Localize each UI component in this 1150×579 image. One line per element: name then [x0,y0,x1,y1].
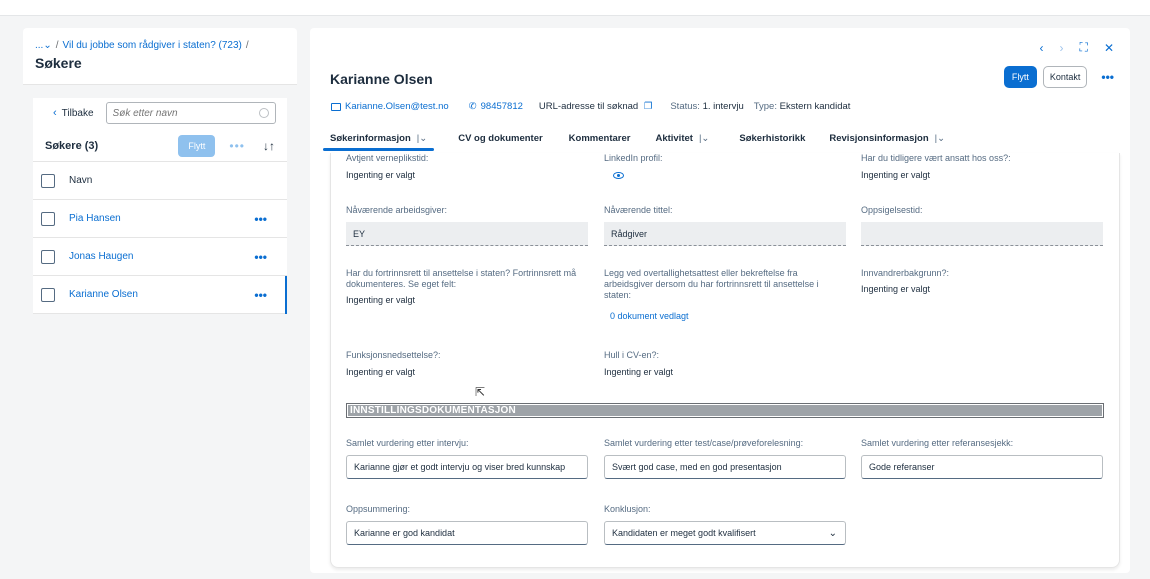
table-row-selected[interactable]: Karianne Olsen ••• [33,276,287,314]
field-vurdering-test: Samlet vurdering etter test/case/prøvefo… [604,438,848,479]
field-hull-cv: Hull i CV-en?: Ingenting er valgt [604,350,674,377]
field-fortrinnsrett: Har du fortrinnsrett til ansettelse i st… [346,268,577,305]
tab-comments[interactable]: Kommentarer [569,126,631,150]
vurdering-intervju-input[interactable]: Karianne gjør et godt intervju og viser … [346,455,588,479]
breadcrumb-overflow[interactable]: ...⌄ [35,40,52,51]
fullscreen-icon[interactable]: ⛶ [1080,40,1088,55]
list-header: ...⌄ / Vil du jobbe som rådgiver i state… [23,28,297,85]
list-count: Søkere (3) [45,139,99,152]
select-all-checkbox[interactable] [41,173,55,188]
tittel-value: Rådgiver [604,222,846,246]
applicant-list: ‹ Tilbake Søkere (3) Flytt ••• ↓↑ Navn P… [33,98,287,314]
row-more-icon[interactable]: ••• [254,288,267,302]
envelope-icon [331,102,341,111]
next-icon[interactable]: › [1060,41,1064,55]
field-oppsigelsestid: Oppsigelsestid: [861,205,1105,246]
top-shell-bar [0,0,1150,16]
back-button[interactable]: ‹ Tilbake [53,107,94,119]
contact-info: Karianne.Olsen@test.no ✆ 98457812 URL-ad… [331,101,850,112]
more-actions-icon[interactable]: ••• [1101,70,1114,84]
row-checkbox[interactable] [41,249,55,264]
field-verneplikt: Avtjent verneplikstid: Ingenting er valg… [346,153,429,180]
field-konklusjon: Konklusjon: Kandidaten er meget godt kva… [604,504,848,545]
field-funksjonsnedsettelse: Funksjonsnedsettelse?: Ingenting er valg… [346,350,441,377]
breadcrumb-item-job[interactable]: Vil du jobbe som rådgiver i staten? (723… [63,40,242,51]
contact-button[interactable]: Kontakt [1042,66,1088,88]
tab-search-history[interactable]: Søkerhistorikk [739,126,805,150]
search-icon[interactable] [258,108,269,118]
vurdering-referanse-input[interactable]: Gode referanser [861,455,1103,479]
more-actions-icon[interactable]: ••• [229,139,245,153]
table-header-row: Navn [33,162,287,200]
move-button-disabled[interactable]: Flytt [178,134,216,157]
table-row[interactable]: Jonas Haugen ••• [33,238,287,276]
chevron-down-icon[interactable]: |⌄ [935,133,945,144]
breadcrumb: ...⌄ / Vil du jobbe som rådgiver i state… [35,40,249,51]
konklusjon-select[interactable]: Kandidaten er meget godt kvalifisert ⌄ [604,521,846,545]
phone-link[interactable]: ✆ 98457812 [469,101,523,112]
eye-icon[interactable] [613,172,624,179]
row-more-icon[interactable]: ••• [254,250,267,264]
applicant-name[interactable]: Karianne Olsen [69,289,138,300]
row-checkbox[interactable] [41,287,55,302]
type-info: Type: Ekstern kandidat [753,101,851,112]
move-button[interactable]: Flytt [1003,66,1037,88]
tab-bar: Søkerinformasjon |⌄ CV og dokumenter Komm… [323,126,945,151]
detail-actions: Flytt Kontakt ••• [1003,66,1114,88]
application-url: URL-adresse til søknad ❐ [538,101,653,112]
sort-icon[interactable]: ↓↑ [263,139,275,153]
previous-icon[interactable]: ‹ [1040,41,1044,55]
row-more-icon[interactable]: ••• [254,212,267,226]
table-row[interactable]: Pia Hansen ••• [33,200,287,238]
field-innvandrer: Innvandrerbakgrunn?: Ingenting er valgt [861,268,950,294]
field-vurdering-referanse: Samlet vurdering etter referansesjekk: G… [861,438,1105,479]
section-header: INNSTILLINGSDOKUMENTASJON [346,403,1104,418]
applicant-list-panel: ...⌄ / Vil du jobbe som rådgiver i state… [23,28,297,573]
row-checkbox[interactable] [41,211,55,226]
field-oppsummering: Oppsummering: Karianne er god kandidat [346,504,590,545]
chevron-down-icon[interactable]: |⌄ [699,133,709,144]
vurdering-test-input[interactable]: Svært god case, med en god presentasjon [604,455,846,479]
tab-cv-documents[interactable]: CV og dokumenter [458,126,542,150]
arbeidsgiver-value: EY [346,222,588,246]
applicant-info-form: Avtjent verneplikstid: Ingenting er valg… [330,153,1120,568]
copy-icon[interactable]: ❐ [644,101,653,112]
field-overtallighet: Legg ved overtallighetsattest eller bekr… [604,268,848,321]
oppsummering-input[interactable]: Karianne er god kandidat [346,521,588,545]
list-toolbar: Søkere (3) Flytt ••• ↓↑ [33,130,287,162]
status-info: Status: 1. intervju [670,101,744,112]
field-arbeidsgiver: Nåværende arbeidsgiver: EY [346,205,590,246]
applicant-detail-panel: ‹ › ⛶ ✕ Karianne Olsen Flytt Kontakt •••… [310,28,1130,573]
phone-icon: ✆ [468,101,477,112]
tab-activity[interactable]: Aktivitet |⌄ [655,126,709,150]
field-vurdering-intervju: Samlet vurdering etter intervju: Kariann… [346,438,590,479]
email-link[interactable]: Karianne.Olsen@test.no [331,101,449,112]
chevron-left-icon: ‹ [53,107,57,119]
search-input[interactable] [112,107,253,119]
attachments-link[interactable]: 0 dokument vedlagt [610,311,848,321]
applicant-name[interactable]: Jonas Haugen [69,251,134,262]
mouse-cursor-icon: ⇱ [475,385,486,399]
oppsigelsestid-value [861,222,1103,246]
search-row: ‹ Tilbake [33,98,287,128]
field-linkedin: LinkedIn profil: [604,153,848,181]
applicant-title: Karianne Olsen [330,71,433,87]
page-title: Søkere [35,55,82,71]
tab-revision-info[interactable]: Revisjonsinformasjon |⌄ [829,126,945,150]
column-header-name: Navn [69,175,93,186]
search-field[interactable] [105,102,276,124]
chevron-down-icon[interactable]: |⌄ [417,133,427,144]
field-tittel: Nåværende tittel: Rådgiver [604,205,848,246]
chevron-down-icon[interactable]: ⌄ [829,528,837,539]
close-icon[interactable]: ✕ [1104,41,1114,55]
tab-applicant-info[interactable]: Søkerinformasjon |⌄ [323,126,435,151]
field-tidligere-ansatt: Har du tidligere vært ansatt hos oss?: I… [861,153,1011,180]
detail-nav: ‹ › ⛶ ✕ [1040,40,1114,55]
applicant-name[interactable]: Pia Hansen [69,213,121,224]
